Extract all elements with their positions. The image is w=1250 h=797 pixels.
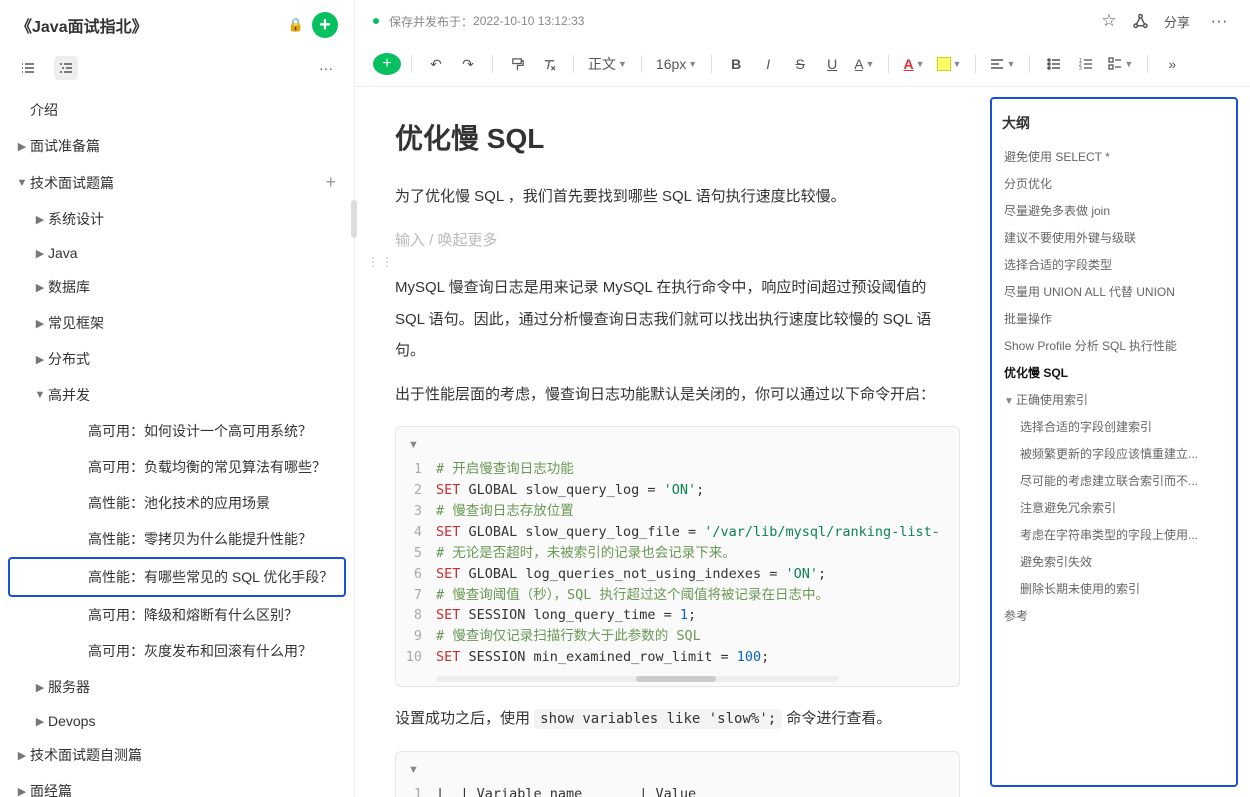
outline-item[interactable]: Show Profile 分析 SQL 执行性能 [1002,332,1226,359]
paragraph-style-select[interactable]: 正文▼ [584,50,631,78]
outline-item[interactable]: 注意避免冗余索引 [1002,494,1226,521]
paragraph: 设置成功之后，使用 show variables like 'slow%'; 命… [395,703,960,735]
undo-button[interactable]: ↶ [422,50,450,78]
list-view-icon[interactable] [16,56,40,80]
svg-text:3: 3 [1079,66,1082,71]
code-block: ▼ 1# 开启慢查询日志功能2SET GLOBAL slow_query_log… [395,426,960,687]
outline-item[interactable]: 建议不要使用外键与级联 [1002,224,1226,251]
nav-tree: 介绍▶面试准备篇▼技术面试题篇+▶系统设计▶Java▶数据库▶常见框架▶分布式▼… [0,86,354,797]
editor-area[interactable]: 优化慢 SQL ⋮⋮ 为了优化慢 SQL ，我们首先要找到哪些 SQL 语句执行… [355,87,990,797]
tree-item[interactable]: ▶系统设计 [0,201,354,237]
outline-item[interactable]: 优化慢 SQL [1002,359,1226,386]
outline-item[interactable]: 分页优化 [1002,170,1226,197]
tree-item[interactable]: ▶面经篇 [0,773,354,797]
doc-title: 《Java面试指北》 [16,13,280,37]
format-painter-icon[interactable] [503,50,531,78]
share-nodes-icon[interactable] [1128,8,1154,34]
more-icon[interactable]: ··· [314,56,338,80]
tree-item[interactable]: 高性能：零拷贝为什么能提升性能？ [0,521,354,557]
code-block: ▼ 1| | Variable_name | Value [395,751,960,797]
outline-item[interactable]: 删除长期未使用的索引 [1002,575,1226,602]
paragraph: 出于性能层面的考虑，慢查询日志功能默认是关闭的，你可以通过以下命令开启： [395,379,960,411]
tree-item[interactable]: 高性能：有哪些常见的 SQL 优化手段？ [8,557,346,597]
font-family-select[interactable]: A̲▼ [850,50,878,78]
outline-panel: 大纲 避免使用 SELECT *分页优化尽量避免多表做 join建议不要使用外键… [990,97,1238,787]
clear-format-icon[interactable] [535,50,563,78]
tree-item[interactable]: ▶Devops [0,705,354,737]
collapse-icon[interactable]: ▼ [408,764,419,776]
more-menu-icon[interactable]: ··· [1206,8,1232,34]
page-title: 优化慢 SQL [395,117,960,157]
tree-item[interactable]: ▶Java [0,237,354,269]
tree-item[interactable]: ▼高并发 [0,377,354,413]
star-icon[interactable]: ☆ [1096,8,1122,34]
insert-button[interactable]: + [373,53,401,75]
align-button[interactable]: ▼ [986,50,1019,78]
block-handle-icon[interactable]: ⋮⋮ [367,255,395,269]
outline-item[interactable]: 尽量避免多表做 join [1002,197,1226,224]
highlight-button[interactable]: ▼ [933,50,966,78]
status-dot [373,18,379,24]
outline-item[interactable]: 考虑在字符串类型的字段上使用... [1002,521,1226,548]
tree-item[interactable]: ▶服务器 [0,669,354,705]
tree-item[interactable]: 介绍 [0,92,354,128]
outline-item[interactable]: ▼正确使用索引 [1002,386,1226,413]
bold-button[interactable]: B [722,50,750,78]
tree-item[interactable]: ▶面试准备篇 [0,128,354,164]
text-color-button[interactable]: A▼ [899,50,928,78]
save-label: 保存并发布于： [389,13,473,30]
tree-item[interactable]: ▶分布式 [0,341,354,377]
outline-item[interactable]: 尽量用 UNION ALL 代替 UNION [1002,278,1226,305]
outline-item[interactable]: 避免使用 SELECT * [1002,143,1226,170]
outline-view-icon[interactable] [54,56,78,80]
outline-item[interactable]: 选择合适的字段创建索引 [1002,413,1226,440]
bullet-list-button[interactable] [1040,50,1068,78]
italic-button[interactable]: I [754,50,782,78]
sidebar: 《Java面试指北》 🔒 + ··· 介绍▶面试准备篇▼技术面试题篇+▶系统设计… [0,0,355,797]
tree-item[interactable]: ▼技术面试题篇+ [0,164,354,201]
tree-item[interactable]: 高可用：如何设计一个高可用系统？ [0,413,354,449]
number-list-button[interactable]: 123 [1072,50,1100,78]
task-list-button[interactable]: ▼ [1104,50,1137,78]
outline-item[interactable]: 避免索引失效 [1002,548,1226,575]
paragraph: MySQL 慢查询日志是用来记录 MySQL 在执行命令中，响应时间超过预设阈值… [395,272,960,367]
more-tools-button[interactable]: » [1158,50,1186,78]
add-doc-button[interactable]: + [312,12,338,38]
outline-title: 大纲 [1002,113,1226,133]
redo-button[interactable]: ↷ [454,50,482,78]
outline-item[interactable]: 尽可能的考虑建立联合索引而不... [1002,467,1226,494]
lock-icon: 🔒 [288,17,304,33]
collapse-icon[interactable]: ▼ [408,439,419,451]
tree-item[interactable]: 高可用：负载均衡的常见算法有哪些？ [0,449,354,485]
inline-code: show variables like 'slow%'; [534,709,782,729]
outline-item[interactable]: 选择合适的字段类型 [1002,251,1226,278]
strike-button[interactable]: S [786,50,814,78]
tree-item[interactable]: 高可用：灰度发布和回滚有什么用？ [0,633,354,669]
outline-item[interactable]: 批量操作 [1002,305,1226,332]
outline-item[interactable]: 参考 [1002,602,1226,629]
tree-item[interactable]: ▶技术面试题自测篇 [0,737,354,773]
paragraph: 为了优化慢 SQL ，我们首先要找到哪些 SQL 语句执行速度比较慢。 [395,181,960,213]
topbar: 保存并发布于： 2022-10-10 13:12:33 ☆ 分享 ··· [355,0,1250,42]
tree-item[interactable]: 高可用：降级和熔断有什么区别？ [0,597,354,633]
tree-item[interactable]: 高性能：池化技术的应用场景 [0,485,354,521]
underline-button[interactable]: U [818,50,846,78]
editor-toolbar: + ↶ ↷ 正文▼ 16px▼ B I S U A̲▼ A▼ ▼ ▼ 123 [355,42,1250,87]
share-button[interactable]: 分享 [1154,9,1200,34]
slash-placeholder[interactable]: 输入 / 唤起更多 [395,225,960,257]
tree-item[interactable]: ▶常见框架 [0,305,354,341]
tree-item[interactable]: ▶数据库 [0,269,354,305]
font-size-select[interactable]: 16px▼ [652,50,701,78]
outline-item[interactable]: 被频繁更新的字段应该慎重建立... [1002,440,1226,467]
horizontal-scrollbar[interactable] [436,676,839,682]
save-time: 2022-10-10 13:12:33 [473,14,584,28]
add-child-icon[interactable]: + [325,172,344,193]
